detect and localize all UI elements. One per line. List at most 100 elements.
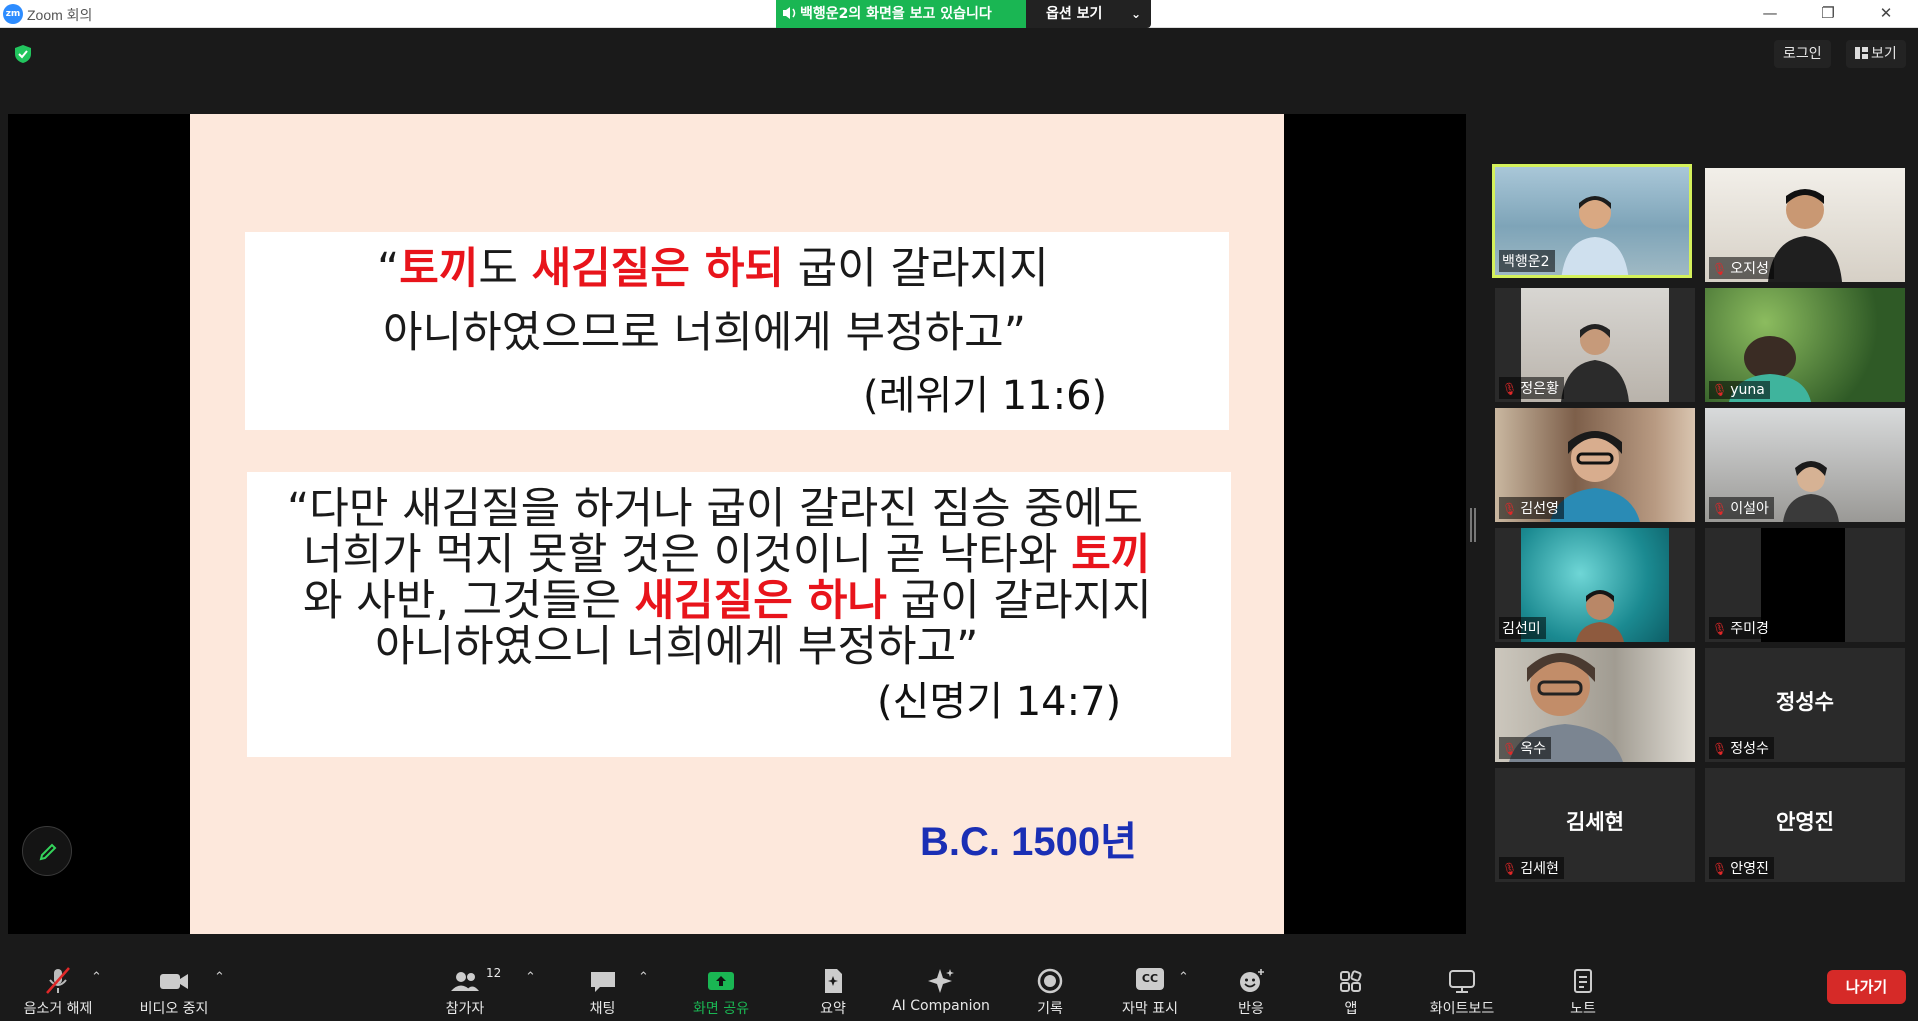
verse2-line2-text: 너희가 먹지 못할 것은 이것이니 곧 낙타와 <box>303 530 1072 580</box>
participant-count: 12 <box>486 966 502 980</box>
chat-bubble-icon <box>590 972 615 992</box>
share-screen-label: 화면 공유 <box>693 1001 749 1017</box>
participants-label: 참가자 <box>445 1001 485 1017</box>
participant-tile[interactable]: 김세현 🎙 김세현 <box>1495 768 1695 882</box>
speaker-icon <box>783 7 796 19</box>
captions-label: 자막 표시 <box>1122 1001 1178 1017</box>
record-icon <box>1037 968 1063 994</box>
verse2-line2: 너희가 먹지 못할 것은 이것이니 곧 낙타와 토끼 <box>303 534 1150 577</box>
annotate-button[interactable] <box>22 826 72 876</box>
login-button[interactable]: 로그인 <box>1774 40 1831 68</box>
participant-name-text: 안영진 <box>1730 861 1769 877</box>
stop-video-button[interactable]: 비디오 중지 <box>124 958 224 1021</box>
audio-options-caret[interactable]: ⌃ <box>91 970 102 985</box>
record-label: 기록 <box>1037 1001 1063 1017</box>
participant-tile[interactable]: 🎙 오지성 <box>1705 168 1905 282</box>
chat-options-caret[interactable]: ⌃ <box>638 970 649 985</box>
view-options-button[interactable]: 옵션 보기 ⌄ <box>1026 0 1151 28</box>
captions-options-caret[interactable]: ⌃ <box>1178 970 1189 985</box>
participant-name-text: 주미경 <box>1730 621 1769 637</box>
zoom-logo-icon: zm <box>3 4 23 24</box>
apps-button[interactable]: 앱 <box>1311 958 1391 1021</box>
video-camera-icon <box>160 974 188 989</box>
participant-tile[interactable]: 🎙 옥수 <box>1495 648 1695 762</box>
mic-muted-icon <box>46 967 70 994</box>
participant-tile[interactable]: 🎙 김선영 <box>1495 408 1695 522</box>
verse1-line1: “토끼도 새김질은 하되 굽이 갈라지지 <box>377 248 1049 291</box>
participant-tile[interactable]: 안영진 🎙 안영진 <box>1705 768 1905 882</box>
verse2-line3: 와 사반, 그것들은 새김질은 하나 굽이 갈라지지 <box>303 580 1152 623</box>
participant-figure-icon <box>1576 590 1624 642</box>
pencil-icon <box>39 843 57 861</box>
mic-muted-icon: 🎙 <box>1712 502 1728 516</box>
panel-resize-handle[interactable] <box>1470 508 1476 542</box>
verse1-reference: (레위기 11:6) <box>863 373 1108 419</box>
participant-tile[interactable]: 🎙 주미경 <box>1705 528 1905 642</box>
participant-name: 🎙 옥수 <box>1499 737 1551 759</box>
mic-muted-icon: 🎙 <box>1712 862 1728 876</box>
share-banner-text: 백행운2의 화면을 보고 있습니다 <box>800 6 992 22</box>
participant-name: 🎙 주미경 <box>1709 617 1774 639</box>
mic-muted-icon: 🎙 <box>1712 622 1728 636</box>
participant-name: 백행운2 <box>1499 250 1555 272</box>
minimize-button[interactable]: — <box>1742 0 1798 28</box>
participant-tile[interactable]: 김선미 <box>1495 528 1695 642</box>
participants-options-caret[interactable]: ⌃ <box>525 970 536 985</box>
participants-icon <box>451 972 479 991</box>
whiteboard-label: 화이트보드 <box>1429 1001 1495 1017</box>
participant-tile[interactable]: 🎙 정은황 <box>1495 288 1695 402</box>
participant-name: 🎙 오지성 <box>1709 257 1774 279</box>
stop-video-label: 비디오 중지 <box>139 1001 209 1017</box>
participant-tile[interactable]: 🎙 이설아 <box>1705 408 1905 522</box>
leave-button[interactable]: 나가기 <box>1827 970 1906 1004</box>
summary-document-icon <box>825 969 842 993</box>
chat-button[interactable]: 채팅 <box>565 958 640 1021</box>
mic-muted-icon: 🎙 <box>1712 742 1728 756</box>
whiteboard-button[interactable]: 화이트보드 <box>1412 958 1512 1021</box>
participant-tile[interactable]: 🎙 yuna <box>1705 288 1905 402</box>
ai-companion-button[interactable]: AI Companion <box>885 958 997 1021</box>
verse2-line2-highlight: 토끼 <box>1071 530 1151 580</box>
summary-button[interactable]: 요약 <box>793 958 873 1021</box>
share-screen-button[interactable]: 화면 공유 <box>681 958 761 1021</box>
chevron-down-icon: ⌄ <box>1130 7 1141 21</box>
participant-name-text: 이설아 <box>1730 501 1769 517</box>
verse1-seg-2: 도 <box>478 244 532 294</box>
notes-button[interactable]: 노트 <box>1543 958 1623 1021</box>
participant-tile[interactable]: 백행운2 <box>1492 164 1692 278</box>
participant-name: 🎙 정성수 <box>1709 737 1774 759</box>
verse-box-leviticus: “토끼도 새김질은 하되 굽이 갈라지지 아니하였으므로 너희에게 부정하고” … <box>245 232 1229 430</box>
participant-name-text: 정성수 <box>1730 741 1769 757</box>
participant-tile[interactable]: 정성수 🎙 정성수 <box>1705 648 1905 762</box>
unmute-button[interactable]: 음소거 해제 <box>8 958 108 1021</box>
participant-name: 김선미 <box>1499 617 1546 639</box>
participant-display-name: 김세현 <box>1566 810 1624 834</box>
participant-display-name: 안영진 <box>1776 810 1834 834</box>
window-title: Zoom 회의 <box>27 7 93 23</box>
view-options-label: 옵션 보기 <box>1046 6 1103 22</box>
record-button[interactable]: 기록 <box>1010 958 1090 1021</box>
participant-name-text: 오지성 <box>1730 261 1769 277</box>
close-button[interactable]: ✕ <box>1858 0 1914 28</box>
captions-icon: CC <box>1136 968 1164 990</box>
view-button[interactable]: 보기 <box>1846 40 1906 68</box>
verse2-line1: “다만 새김질을 하거나 굽이 갈라진 짐승 중에도 <box>287 484 1143 534</box>
participant-name: 🎙 안영진 <box>1709 857 1774 879</box>
video-options-caret[interactable]: ⌃ <box>214 970 225 985</box>
participant-figure-icon <box>1561 324 1629 402</box>
presentation-slide: “토끼도 새김질은 하되 굽이 갈라지지 아니하였으므로 너희에게 부정하고” … <box>190 114 1284 934</box>
verse2-line3-suffix: 굽이 갈라지지 <box>886 576 1152 626</box>
view-label: 보기 <box>1871 46 1897 62</box>
participants-button[interactable]: 12 참가자 <box>425 958 505 1021</box>
participant-name: 🎙 yuna <box>1709 381 1770 399</box>
captions-button[interactable]: CC 자막 표시 <box>1110 958 1190 1021</box>
encryption-shield-icon[interactable] <box>13 44 33 64</box>
reactions-button[interactable]: 반응 <box>1211 958 1291 1021</box>
grid-view-icon <box>1855 47 1868 59</box>
participant-name-text: 김선미 <box>1502 621 1541 637</box>
participant-display-name: 정성수 <box>1776 690 1834 714</box>
participant-name: 🎙 김선영 <box>1499 497 1564 519</box>
maximize-button[interactable]: ❐ <box>1800 0 1856 28</box>
login-label: 로그인 <box>1783 46 1822 62</box>
mic-muted-icon: 🎙 <box>1712 383 1728 397</box>
